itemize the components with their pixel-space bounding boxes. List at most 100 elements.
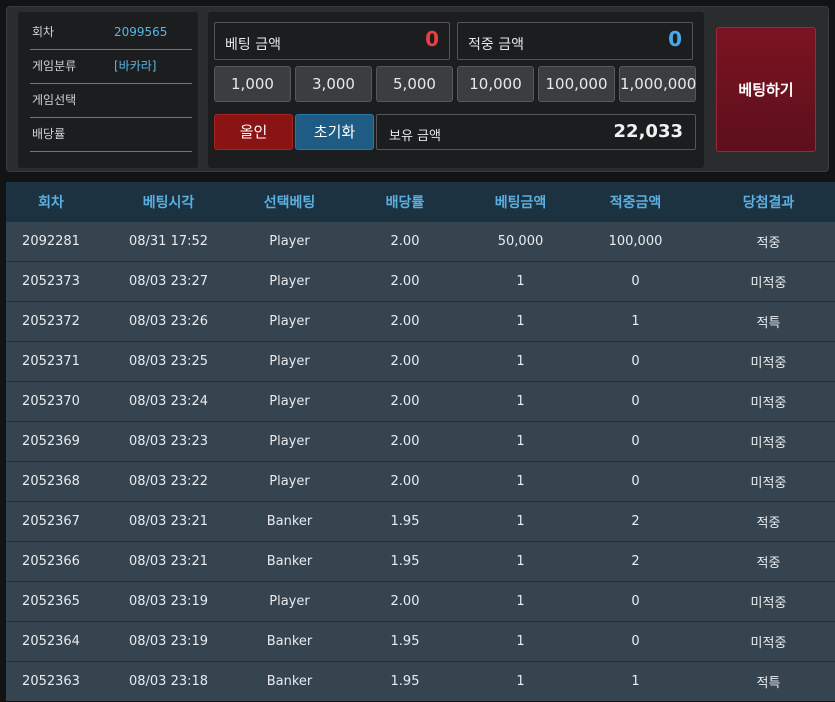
time-cell: 08/03 23:19 <box>96 621 241 662</box>
balance-label: 보유 금액 <box>389 129 441 144</box>
time-cell: 08/03 23:23 <box>96 421 241 462</box>
table-row: 2052368 08/03 23:22 Player 2.00 1 0 미적중 <box>6 461 835 502</box>
chip-3000-button[interactable]: 3,000 <box>295 66 372 102</box>
round-label: 회차 <box>32 25 55 39</box>
info-row-selection: 게임선택 <box>30 84 192 118</box>
odds-cell: 2.00 <box>338 341 472 382</box>
win-amount-cell: 0 <box>569 581 702 622</box>
bet-amount-cell: 1 <box>472 621 569 662</box>
result-cell: 적특 <box>702 661 835 701</box>
selection-cell: Player <box>241 341 338 382</box>
col-bet-time: 베팅시각 <box>96 182 241 222</box>
table-row: 2052370 08/03 23:24 Player 2.00 1 0 미적중 <box>6 381 835 422</box>
selection-cell: Player <box>241 221 338 262</box>
place-bet-button[interactable]: 베팅하기 <box>716 27 816 152</box>
table-row: 2052373 08/03 23:27 Player 2.00 1 0 미적중 <box>6 261 835 302</box>
win-amount-cell: 0 <box>569 341 702 382</box>
odds-cell: 2.00 <box>338 261 472 302</box>
odds-cell: 2.00 <box>338 581 472 622</box>
selection-cell: Player <box>241 421 338 462</box>
selection-cell: Player <box>241 301 338 342</box>
round-cell: 2052372 <box>6 301 96 342</box>
odds-cell: 1.95 <box>338 621 472 662</box>
allin-button[interactable]: 올인 <box>214 114 293 150</box>
win-amount-cell: 0 <box>569 621 702 662</box>
round-cell: 2052366 <box>6 541 96 582</box>
selection-cell: Player <box>241 261 338 302</box>
chip-1000-button[interactable]: 1,000 <box>214 66 291 102</box>
bet-amount-field[interactable]: 베팅 금액 0 <box>214 22 450 60</box>
info-row-category: 게임분류 [바카라] <box>30 50 192 84</box>
time-cell: 08/03 23:27 <box>96 261 241 302</box>
selection-cell: Banker <box>241 501 338 542</box>
game-info-box: 회차 2099565 게임분류 [바카라] 게임선택 배당률 <box>18 12 198 168</box>
odds-cell: 2.00 <box>338 421 472 462</box>
round-cell: 2052370 <box>6 381 96 422</box>
odds-cell: 1.95 <box>338 541 472 582</box>
table-row: 2052366 08/03 23:21 Banker 1.95 1 2 적중 <box>6 541 835 582</box>
result-cell: 적중 <box>702 541 835 582</box>
round-cell: 2052365 <box>6 581 96 622</box>
result-cell: 미적중 <box>702 621 835 662</box>
round-cell: 2052369 <box>6 421 96 462</box>
odds-cell: 1.95 <box>338 661 472 701</box>
reset-button[interactable]: 초기화 <box>295 114 374 150</box>
category-value: [바카라] <box>114 59 157 73</box>
bet-amount-cell: 1 <box>472 581 569 622</box>
bet-input-area: 베팅 금액 0 적중 금액 0 1,000 3,000 5,000 10,000… <box>208 12 704 168</box>
chip-100000-button[interactable]: 100,000 <box>538 66 615 102</box>
time-cell: 08/31 17:52 <box>96 221 241 262</box>
result-cell: 적중 <box>702 221 835 262</box>
history-rows: 2092281 08/31 17:52 Player 2.00 50,000 100,00… <box>6 221 835 701</box>
bet-amount-cell: 1 <box>472 381 569 422</box>
odds-cell: 2.00 <box>338 301 472 342</box>
odds-cell: 2.00 <box>338 461 472 502</box>
chip-5000-button[interactable]: 5,000 <box>376 66 453 102</box>
win-amount-cell: 1 <box>569 301 702 342</box>
win-amount-cell: 0 <box>569 461 702 502</box>
win-amount-cell: 0 <box>569 381 702 422</box>
result-cell: 미적중 <box>702 581 835 622</box>
selection-cell: Player <box>241 581 338 622</box>
round-cell: 2052373 <box>6 261 96 302</box>
col-result: 당첨결과 <box>702 182 835 222</box>
balance-value: 22,033 <box>613 121 683 142</box>
selection-label: 게임선택 <box>32 93 77 107</box>
round-value: 2099565 <box>114 25 168 39</box>
win-amount-cell: 0 <box>569 261 702 302</box>
selection-cell: Player <box>241 381 338 422</box>
bet-amount-cell: 1 <box>472 661 569 701</box>
time-cell: 08/03 23:19 <box>96 581 241 622</box>
result-cell: 적특 <box>702 301 835 342</box>
selection-cell: Player <box>241 461 338 502</box>
table-header-row: 회차 베팅시각 선택베팅 배당률 베팅금액 적중금액 당첨결과 <box>6 182 835 222</box>
time-cell: 08/03 23:26 <box>96 301 241 342</box>
col-odds: 배당률 <box>338 182 472 222</box>
table-row: 2092281 08/31 17:52 Player 2.00 50,000 100,00… <box>6 221 835 262</box>
round-cell: 2052371 <box>6 341 96 382</box>
odds-cell: 2.00 <box>338 381 472 422</box>
bet-history-table: 회차 베팅시각 선택베팅 배당률 베팅금액 적중금액 당첨결과 2092281 0… <box>6 182 835 701</box>
result-cell: 미적중 <box>702 461 835 502</box>
balance-field: 보유 금액 22,033 <box>376 114 696 150</box>
result-cell: 적중 <box>702 501 835 542</box>
win-amount-cell: 1 <box>569 661 702 701</box>
selection-cell: Banker <box>241 541 338 582</box>
table-row: 2052371 08/03 23:25 Player 2.00 1 0 미적중 <box>6 341 835 382</box>
result-cell: 미적중 <box>702 341 835 382</box>
chip-10000-button[interactable]: 10,000 <box>457 66 534 102</box>
round-cell: 2052368 <box>6 461 96 502</box>
bet-amount-cell: 1 <box>472 261 569 302</box>
time-cell: 08/03 23:21 <box>96 501 241 542</box>
category-label: 게임분류 <box>32 59 77 73</box>
bet-amount-label: 베팅 금액 <box>225 37 281 53</box>
table-row: 2052367 08/03 23:21 Banker 1.95 1 2 적중 <box>6 501 835 542</box>
bet-amount-value: 0 <box>425 27 439 51</box>
chip-1000000-button[interactable]: 1,000,000 <box>619 66 696 102</box>
round-cell: 2052363 <box>6 661 96 701</box>
time-cell: 08/03 23:18 <box>96 661 241 701</box>
round-cell: 2092281 <box>6 221 96 262</box>
bet-amount-cell: 1 <box>472 341 569 382</box>
bet-amount-cell: 1 <box>472 301 569 342</box>
result-cell: 미적중 <box>702 421 835 462</box>
